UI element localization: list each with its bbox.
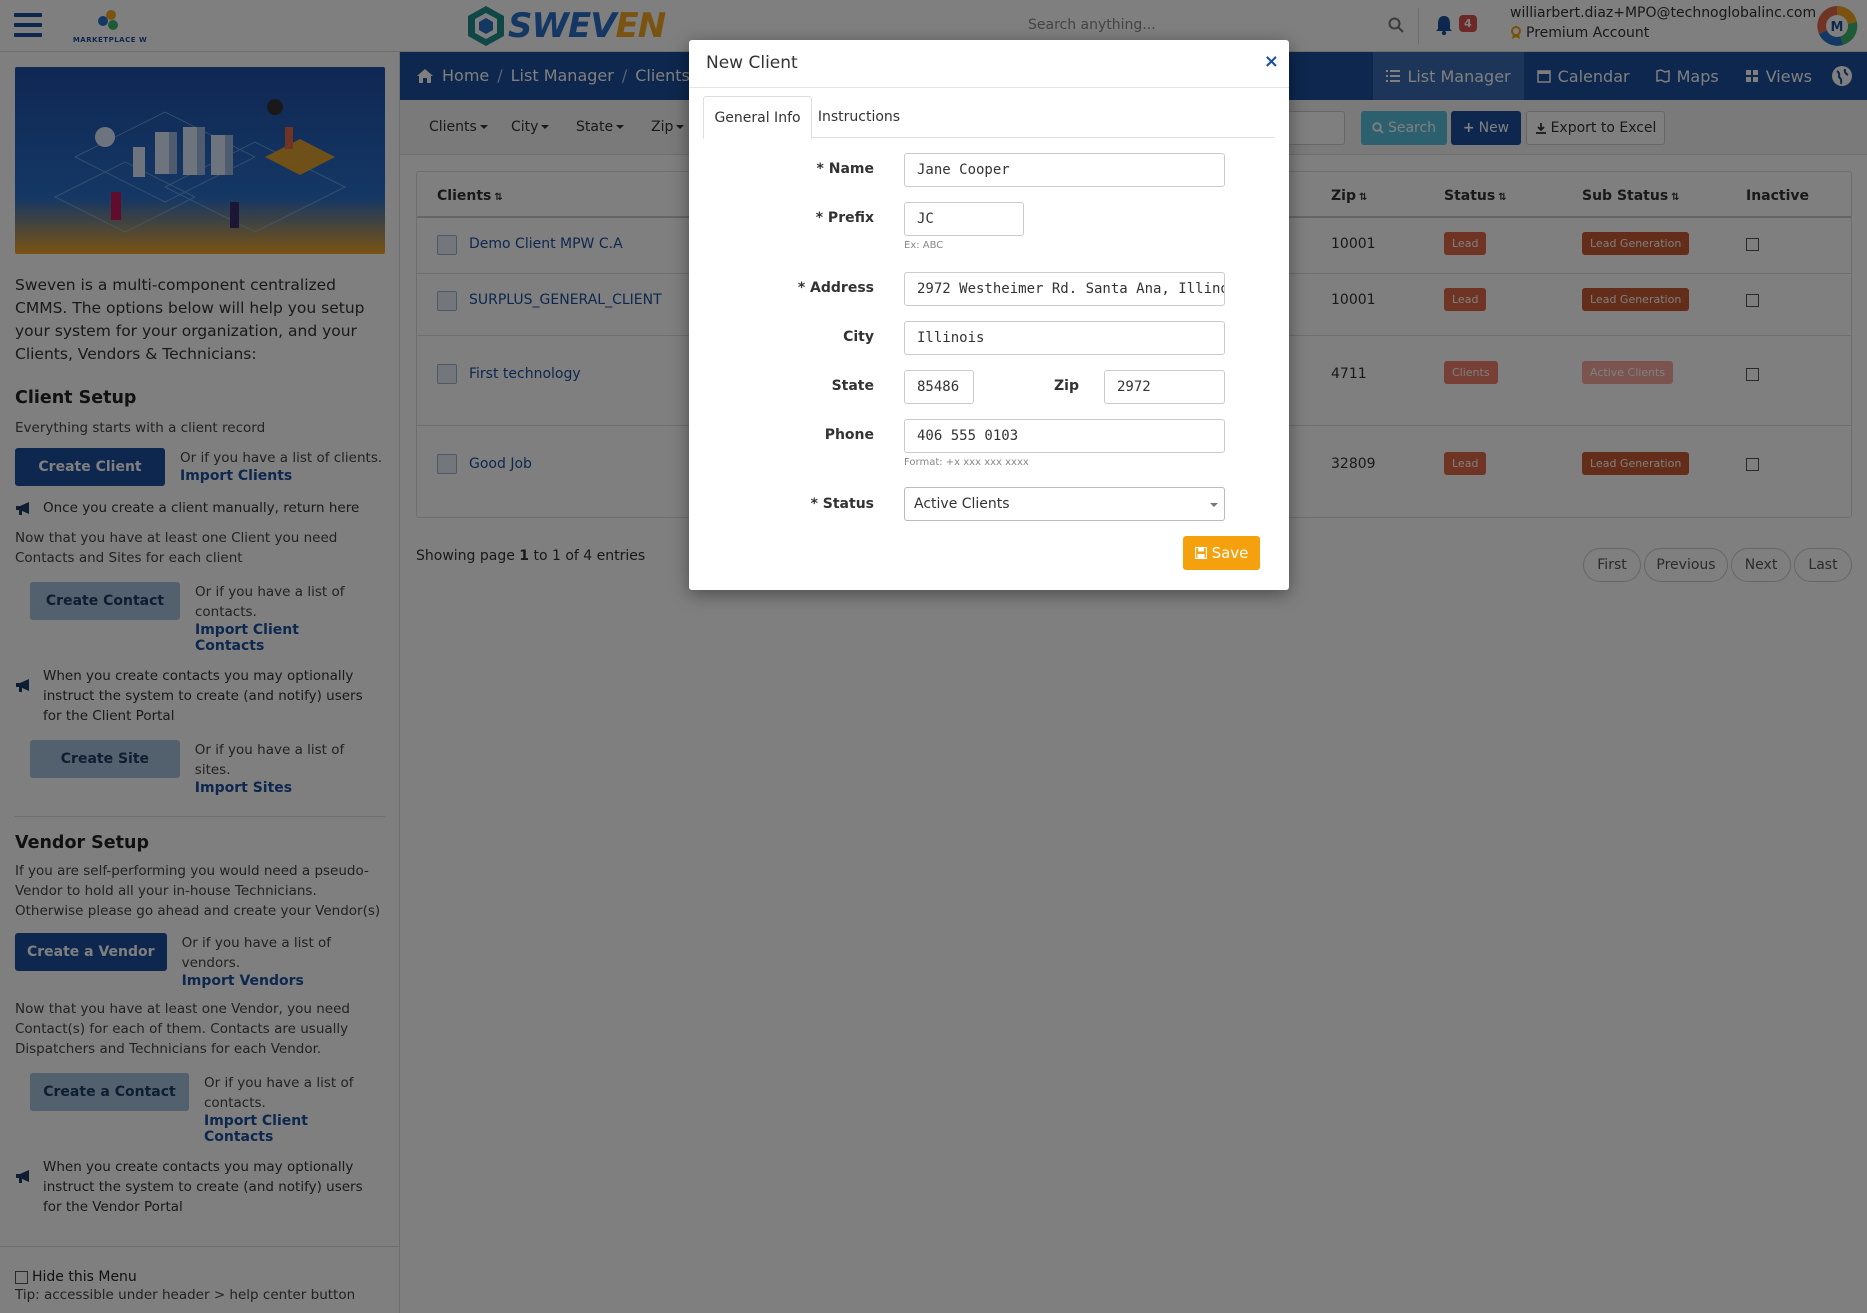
name-label: * Name [816,161,874,177]
prefix-label: * Prefix [815,210,874,226]
new-client-modal: New Client × General Info Instructions *… [689,40,1289,590]
status-select[interactable]: Active Clients [904,487,1225,521]
modal-header: New Client × [689,40,1289,88]
name-field[interactable]: Jane Cooper [904,153,1225,187]
phone-field[interactable]: 406 555 0103 [904,419,1225,453]
floppy-disk-icon [1194,547,1207,559]
phone-help: Format: +x xxx xxx xxxx [904,457,1029,468]
state-field[interactable]: 85486 [904,370,974,404]
state-label: State [831,378,874,394]
phone-label: Phone [824,427,874,443]
close-icon[interactable]: × [1264,51,1279,72]
zip-label: Zip [1054,378,1079,394]
prefix-field[interactable]: JC [904,202,1024,236]
save-button[interactable]: Save [1183,536,1260,570]
save-button-label: Save [1211,544,1249,562]
modal-tabs: General Info Instructions [703,96,1275,139]
chevron-down-icon [1210,503,1218,507]
address-label: * Address [797,280,874,296]
address-field[interactable]: 2972 Westheimer Rd. Santa Ana, Illinois … [904,272,1225,306]
city-field[interactable]: Illinois [904,321,1225,355]
tab-general-info[interactable]: General Info [703,96,812,139]
modal-title: New Client [706,53,798,73]
status-label: * Status [810,496,874,512]
zip-field[interactable]: 2972 [1104,370,1225,404]
status-select-value: Active Clients [914,496,1010,512]
city-label: City [843,329,874,345]
tab-instructions[interactable]: Instructions [811,96,907,138]
prefix-help: Ex: ABC [904,240,944,251]
